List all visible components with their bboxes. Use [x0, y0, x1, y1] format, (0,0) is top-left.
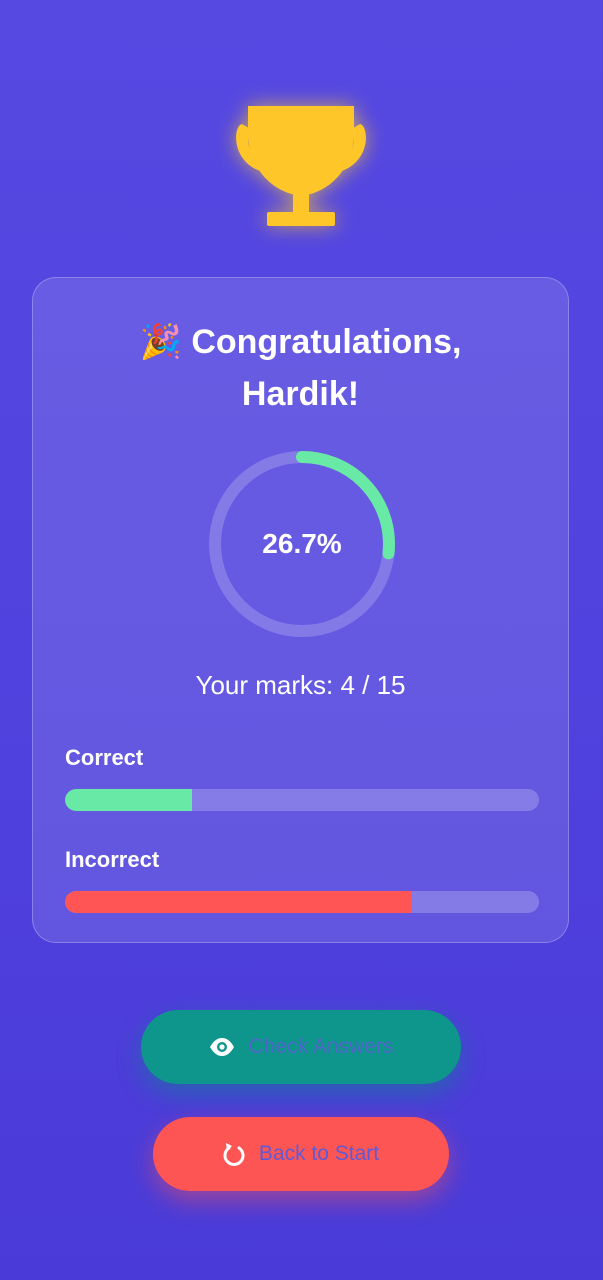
- back-to-start-button[interactable]: Back to Start: [153, 1117, 449, 1191]
- greeting-line-1: 🎉 Congratulations,: [139, 323, 462, 361]
- incorrect-bar-fill: [65, 891, 413, 913]
- back-to-start-label: Back to Start: [258, 1142, 380, 1165]
- correct-bar-fill: [65, 789, 192, 811]
- incorrect-label: Incorrect: [65, 847, 160, 872]
- correct-bar: [65, 789, 539, 811]
- trophy-icon: [236, 106, 366, 226]
- congratulations-heading: 🎉 Congratulations, Hardik!: [33, 316, 568, 420]
- eye-icon: [209, 1038, 235, 1056]
- restart-icon: [223, 1142, 245, 1166]
- check-answers-button[interactable]: Check Answers: [141, 1010, 461, 1084]
- greeting-line-2: Hardik!: [241, 375, 360, 413]
- check-answers-label: Check Answers: [248, 1035, 394, 1058]
- correct-label: Correct: [65, 745, 144, 770]
- incorrect-bar: [65, 891, 539, 913]
- marks-text: Your marks: 4 / 15: [195, 670, 406, 700]
- result-card: 🎉 Congratulations, Hardik! 26.7% Your ma…: [32, 277, 569, 943]
- score-percentage: 26.7%: [262, 528, 342, 559]
